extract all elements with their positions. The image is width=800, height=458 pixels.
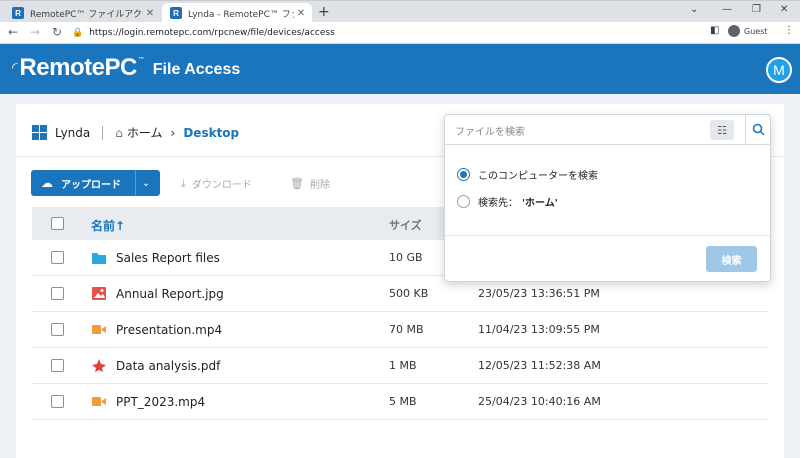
- windows-icon: [32, 125, 47, 140]
- video-file-icon: [92, 325, 106, 334]
- app-header: ◜ RemotePC ™ File Access M: [0, 44, 800, 94]
- chevron-right-icon: ›: [170, 125, 176, 140]
- radio-selected[interactable]: [457, 168, 470, 181]
- trademark: ™: [137, 56, 145, 64]
- file-size: 500 KB: [389, 287, 429, 300]
- breadcrumb: Lynda ⌂ ホーム › Desktop: [32, 124, 239, 141]
- close-tab-icon[interactable]: ✕: [294, 8, 308, 19]
- url-field[interactable]: 🔒 https://login.remotepc.com/rpcnew/file…: [72, 24, 692, 42]
- signal-arc-icon: ◜: [12, 60, 18, 76]
- guest-avatar-icon: [728, 25, 740, 37]
- row-checkbox[interactable]: [51, 251, 64, 264]
- browser-tab-bar: R RemotePC™ ファイルアクセス ✕ R Lynda - RemoteP…: [0, 0, 800, 23]
- reload-icon[interactable]: ↻: [52, 25, 62, 39]
- folder-icon: [92, 253, 106, 264]
- file-date: 12/05/23 11:52:38 AM: [478, 359, 601, 372]
- breadcrumb-current: Desktop: [183, 125, 240, 140]
- lock-icon: 🔒: [72, 28, 84, 38]
- delete-label: 削除: [309, 180, 330, 191]
- search-input[interactable]: ファイルを検索: [445, 115, 745, 145]
- row-checkbox[interactable]: [51, 323, 64, 336]
- browser-tab-lynda[interactable]: R Lynda - RemotePC™ ファイル ✕: [162, 3, 312, 23]
- user-avatar[interactable]: M: [766, 57, 792, 83]
- trash-icon: 🗑: [290, 177, 304, 190]
- file-size: 5 MB: [389, 395, 417, 408]
- tab-label: RemotePC™ ファイルアクセス: [30, 9, 143, 20]
- browser-tab-file-access[interactable]: R RemotePC™ ファイルアクセス ✕: [4, 3, 161, 23]
- back-arrow-icon[interactable]: ←: [8, 25, 18, 39]
- popup-divider: [445, 235, 770, 236]
- select-all-checkbox[interactable]: [51, 217, 64, 230]
- row-checkbox[interactable]: [51, 395, 64, 408]
- close-tab-icon[interactable]: ✕: [143, 8, 157, 19]
- search-popup: ファイルを検索 ☷ このコンピューターを検索 検索先： 'ホーム' 検索: [444, 114, 771, 282]
- brand-name: RemotePC: [19, 54, 137, 81]
- device-name: Lynda: [55, 125, 91, 140]
- upload-label: アップロード: [61, 179, 121, 191]
- file-name[interactable]: Annual Report.jpg: [116, 287, 224, 301]
- file-name[interactable]: Presentation.mp4: [116, 323, 222, 337]
- row-checkbox[interactable]: [51, 359, 64, 372]
- search-here-prefix: 検索先：: [478, 198, 518, 209]
- file-name[interactable]: PPT_2023.mp4: [116, 395, 205, 409]
- table-row[interactable]: Presentation.mp4 70 MB 11/04/23 13:09:55…: [32, 312, 768, 348]
- file-date: 11/04/23 13:09:55 PM: [478, 323, 600, 336]
- breadcrumb-home[interactable]: ホーム: [127, 124, 163, 141]
- side-panel-icon[interactable]: ◧: [710, 25, 719, 36]
- breadcrumb-divider: [102, 125, 104, 140]
- upload-button[interactable]: ☁ アップロード ⌄: [31, 170, 160, 196]
- url-text: https://login.remotepc.com/rpcnew/file/d…: [89, 28, 335, 38]
- home-icon[interactable]: ⌂: [115, 126, 123, 140]
- file-size: 70 MB: [389, 323, 424, 336]
- chevron-down-icon[interactable]: ⌄: [136, 178, 156, 189]
- profile-button[interactable]: Guest: [728, 25, 768, 37]
- remotepc-logo: ◜ RemotePC ™ File Access: [12, 54, 240, 82]
- download-icon: ⤓: [181, 176, 186, 190]
- file-size: 10 GB: [389, 251, 423, 264]
- forward-arrow-icon[interactable]: →: [30, 25, 40, 39]
- column-header-name[interactable]: 名前↑: [91, 217, 125, 234]
- restore-window-button[interactable]: ❐: [752, 4, 761, 15]
- close-window-button[interactable]: ✕: [780, 4, 788, 15]
- download-label: ダウンロード: [191, 180, 252, 191]
- pdf-file-icon: [92, 359, 106, 372]
- profile-label: Guest: [744, 26, 768, 36]
- browser-address-bar: ← → ↻ 🔒 https://login.remotepc.com/rpcne…: [0, 22, 800, 44]
- table-row[interactable]: Data analysis.pdf 1 MB 12/05/23 11:52:38…: [32, 348, 768, 384]
- remotepc-favicon-icon: R: [12, 7, 24, 19]
- tab-search-chevron-icon[interactable]: ⌄: [690, 4, 698, 15]
- remotepc-favicon-icon: R: [170, 7, 182, 19]
- minimize-window-button[interactable]: —: [722, 4, 732, 15]
- table-row[interactable]: PPT_2023.mp4 5 MB 25/04/23 10:40:16 AM: [32, 384, 768, 420]
- file-date: 23/05/23 13:36:51 PM: [478, 287, 600, 300]
- radio-unselected[interactable]: [457, 195, 470, 208]
- search-computer-label: このコンピューターを検索: [478, 171, 598, 182]
- browser-menu-icon[interactable]: ⋮: [784, 25, 794, 36]
- video-file-icon: [92, 397, 106, 406]
- search-here-option[interactable]: 検索先： 'ホーム': [457, 194, 558, 209]
- filter-sliders-icon[interactable]: ☷: [710, 120, 734, 140]
- search-submit-button[interactable]: 検索: [706, 246, 757, 272]
- file-size: 1 MB: [389, 359, 417, 372]
- search-computer-option[interactable]: このコンピューターを検索: [457, 167, 598, 182]
- new-tab-button[interactable]: +: [318, 4, 330, 20]
- file-name[interactable]: Data analysis.pdf: [116, 359, 220, 373]
- column-header-size[interactable]: サイズ: [389, 217, 422, 233]
- file-date: 25/04/23 10:40:16 AM: [478, 395, 601, 408]
- download-button[interactable]: ⤓ ダウンロード: [181, 176, 252, 192]
- search-icon[interactable]: [745, 115, 771, 145]
- search-here-target: 'ホーム': [522, 198, 558, 209]
- row-checkbox[interactable]: [51, 287, 64, 300]
- tab-label: Lynda - RemotePC™ ファイル: [188, 9, 294, 20]
- image-file-icon: [92, 287, 106, 300]
- file-name[interactable]: Sales Report files: [116, 251, 220, 265]
- cloud-upload-icon: ☁: [41, 176, 53, 190]
- delete-button[interactable]: 🗑 削除: [290, 176, 330, 191]
- product-name: File Access: [152, 61, 241, 78]
